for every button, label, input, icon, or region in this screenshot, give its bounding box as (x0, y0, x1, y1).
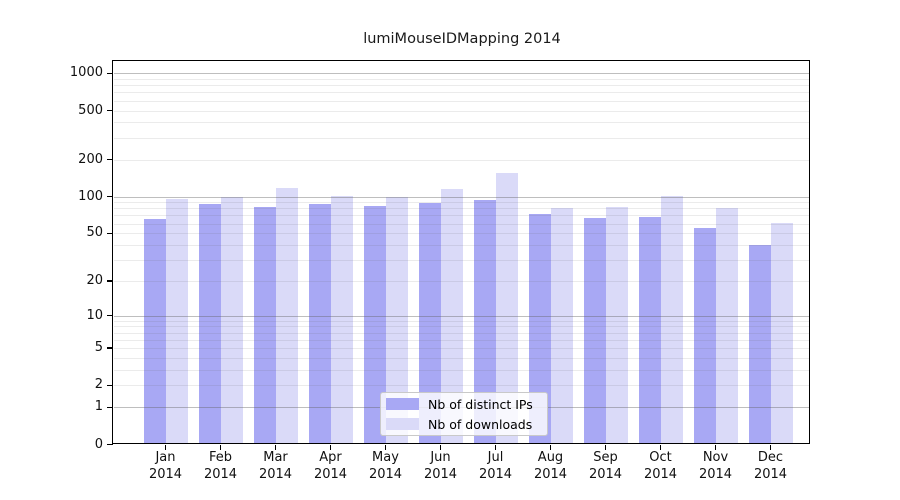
legend-swatch-distinct-ips (386, 398, 419, 411)
legend-item-distinct-ips: Nb of distinct IPs (386, 396, 542, 412)
x-tick-label: Sep 2014 (578, 450, 634, 483)
y-tick-label: 5 (30, 340, 103, 356)
y-tick-label: 20 (30, 273, 103, 289)
x-tick-label: Dec 2014 (743, 450, 799, 483)
x-tick-label: May 2014 (358, 450, 414, 483)
x-tick-label: Oct 2014 (633, 450, 689, 483)
y-tick-label: 0 (30, 437, 103, 453)
x-tick-label: Feb 2014 (193, 450, 249, 483)
y-tick-label: 100 (30, 189, 103, 205)
x-tick (495, 445, 497, 450)
plot-frame (112, 60, 810, 444)
legend-swatch-downloads (386, 418, 419, 431)
x-tick-label: Jan 2014 (138, 450, 194, 483)
x-tick (440, 445, 442, 450)
x-tick-label: Jun 2014 (413, 450, 469, 483)
x-tick (330, 445, 332, 450)
x-tick (385, 445, 387, 450)
y-tick-label: 1000 (30, 65, 103, 81)
y-tick-label: 200 (30, 152, 103, 168)
legend-item-downloads: Nb of downloads (386, 416, 542, 432)
download-stats-chart: lumiMouseIDMapping 2014 1000500200100502… (0, 0, 900, 500)
x-tick-label: Mar 2014 (248, 450, 304, 483)
y-tick-label: 1 (30, 399, 103, 415)
x-tick (715, 445, 717, 450)
x-tick (165, 445, 167, 450)
x-tick (220, 445, 222, 450)
x-tick (770, 445, 772, 450)
y-tick-label: 10 (30, 308, 103, 324)
x-tick (660, 445, 662, 450)
x-tick-label: Nov 2014 (688, 450, 744, 483)
x-tick (550, 445, 552, 450)
x-tick-label: Aug 2014 (523, 450, 579, 483)
legend: Nb of distinct IPs Nb of downloads (380, 392, 548, 436)
chart-title: lumiMouseIDMapping 2014 (113, 31, 811, 51)
y-tick-label: 500 (30, 103, 103, 119)
x-tick (605, 445, 607, 450)
legend-label-distinct-ips: Nb of distinct IPs (428, 397, 533, 412)
y-tick-label: 2 (30, 377, 103, 393)
y-tick-label: 50 (30, 225, 103, 241)
x-tick-label: Apr 2014 (303, 450, 359, 483)
x-tick (275, 445, 277, 450)
x-tick-label: Jul 2014 (468, 450, 524, 483)
legend-label-downloads: Nb of downloads (428, 417, 532, 432)
